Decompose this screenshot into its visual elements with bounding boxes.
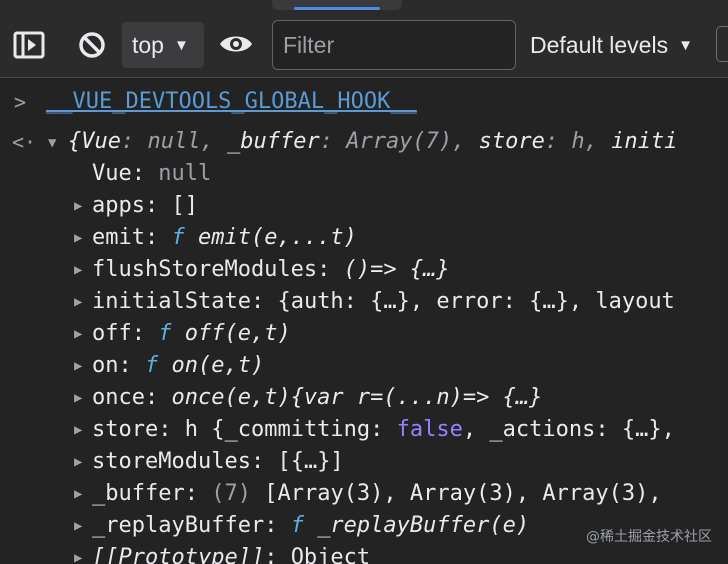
- issues-counter-button[interactable]: [716, 26, 728, 62]
- property-row[interactable]: ▶ once: once(e,t){var r=(...n)=> {…}: [0, 382, 728, 414]
- property-row[interactable]: ▶ off: f off(e,t): [0, 318, 728, 350]
- property-key: _replayBuffer: [92, 513, 265, 538]
- live-expression-eye-icon[interactable]: [216, 26, 256, 62]
- property-value: off(e,t): [184, 321, 291, 346]
- property-key: apps: [92, 193, 145, 218]
- property-value: ()=> {…}: [343, 257, 450, 282]
- property-key: flushStoreModules: [92, 257, 318, 282]
- expand-triangle-icon[interactable]: ▶: [74, 190, 82, 222]
- property-value: []: [171, 193, 198, 218]
- property-key: [[Prototype]]: [92, 545, 265, 564]
- watermark: @稀土掘金技术社区: [586, 529, 712, 545]
- filter-input[interactable]: [272, 20, 516, 70]
- expand-triangle-icon[interactable]: ▶: [74, 318, 82, 350]
- property-value: {auth: {…}, error: {…}, layout: [277, 289, 675, 314]
- property-row[interactable]: ▶ store: h {_committing: false, _actions…: [0, 414, 728, 446]
- input-prompt-chevron-icon: >: [14, 90, 27, 114]
- property-row[interactable]: ▶ storeModules: [{…}]: [0, 446, 728, 478]
- property-row[interactable]: ▶ _buffer: (7) [Array(3), Array(3), Arra…: [0, 478, 728, 510]
- expand-triangle-icon[interactable]: ▶: [74, 478, 82, 510]
- property-value: null: [158, 161, 212, 186]
- result-summary-row[interactable]: <· ▼ {Vue: null, _buffer: Array(7), stor…: [0, 126, 728, 158]
- chevron-down-icon: ▼: [173, 36, 189, 54]
- expand-triangle-icon[interactable]: ▶: [74, 446, 82, 478]
- object-summary: {Vue: null, _buffer: Array(7), store: h,…: [68, 129, 678, 154]
- console-command[interactable]: __VUE_DEVTOOLS_GLOBAL_HOOK__: [46, 86, 417, 118]
- property-key: store: [92, 417, 159, 442]
- return-value-arrow-icon: <·: [12, 130, 37, 154]
- property-key: _buffer: [92, 481, 185, 506]
- console-input-row: > __VUE_DEVTOOLS_GLOBAL_HOOK__: [0, 86, 728, 118]
- expand-triangle-icon[interactable]: ▶: [74, 382, 82, 414]
- property-row[interactable]: ▶ apps: []: [0, 190, 728, 222]
- property-key: storeModules: [92, 449, 251, 474]
- property-key: off: [92, 321, 132, 346]
- function-marker: f: [158, 321, 172, 346]
- property-row[interactable]: ▶ flushStoreModules: ()=> {…}: [0, 254, 728, 286]
- property-row[interactable]: ▶ on: f on(e,t): [0, 350, 728, 382]
- expanded-triangle-icon[interactable]: ▼: [48, 127, 56, 158]
- expand-triangle-icon[interactable]: ▶: [74, 286, 82, 318]
- function-marker: f: [290, 513, 304, 538]
- property-value: Object: [290, 545, 371, 564]
- property-key: Vue: [92, 161, 132, 186]
- expand-triangle-icon[interactable]: ▶: [74, 510, 82, 542]
- log-levels-dropdown[interactable]: Default levels ▼: [530, 22, 693, 68]
- property-value: once(e,t){var r=(...n)=> {…}: [171, 385, 543, 410]
- log-levels-label: Default levels: [530, 31, 669, 58]
- array-length: (7): [211, 481, 251, 506]
- property-row[interactable]: ▶ emit: f emit(e,...t): [0, 222, 728, 254]
- property-key: emit: [92, 225, 145, 250]
- property-value-rest: , _actions: {…},: [462, 417, 675, 442]
- property-value: emit(e,...t): [197, 225, 357, 250]
- property-row[interactable]: ▶ initialState: {auth: {…}, error: {…}, …: [0, 286, 728, 318]
- property-value: [Array(3), Array(3), Array(3),: [264, 481, 662, 506]
- function-marker: f: [171, 225, 185, 250]
- console-output[interactable]: > __VUE_DEVTOOLS_GLOBAL_HOOK__ <· ▼ {Vue…: [0, 80, 728, 564]
- clear-console-icon[interactable]: [72, 28, 112, 62]
- property-value: _replayBuffer(e): [317, 513, 530, 538]
- function-marker: f: [145, 353, 159, 378]
- property-key: initialState: [92, 289, 251, 314]
- context-selector-value: top: [132, 31, 164, 58]
- expand-triangle-icon[interactable]: ▶: [74, 222, 82, 254]
- context-selector[interactable]: top ▼: [122, 22, 204, 68]
- console-toolbar: top ▼ Default levels ▼: [0, 0, 728, 78]
- boolean-value: false: [396, 417, 463, 442]
- property-row: Vue: null: [92, 161, 212, 186]
- property-value: h {_committing:: [184, 417, 397, 442]
- active-tab-indicator: [272, 0, 402, 10]
- expand-triangle-icon[interactable]: ▶: [74, 414, 82, 446]
- expand-triangle-icon[interactable]: ▶: [74, 350, 82, 382]
- show-sidebar-icon[interactable]: [10, 28, 48, 62]
- property-key: once: [92, 385, 145, 410]
- expand-triangle-icon[interactable]: ▶: [74, 254, 82, 286]
- property-value: on(e,t): [171, 353, 265, 378]
- property-value: [{…}]: [277, 449, 344, 474]
- property-key: on: [92, 353, 119, 378]
- chevron-down-icon: ▼: [678, 36, 693, 54]
- expand-triangle-icon[interactable]: ▶: [74, 542, 82, 564]
